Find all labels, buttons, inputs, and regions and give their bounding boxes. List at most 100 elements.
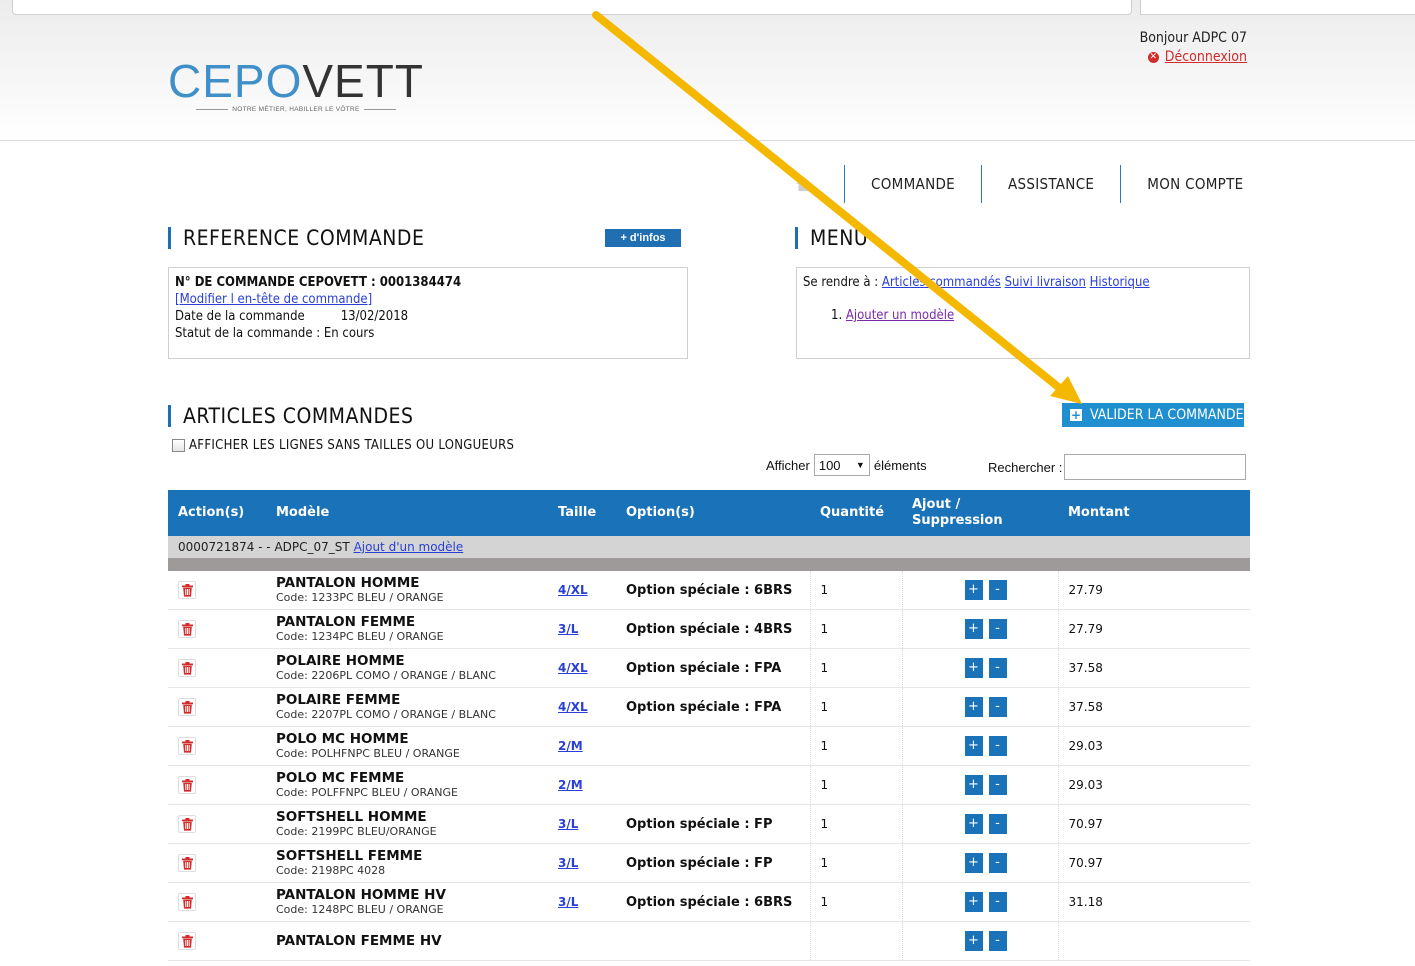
row-option-cell: Option spéciale : FP <box>616 843 810 883</box>
size-link[interactable]: 4/XL <box>558 700 588 714</box>
trash-icon[interactable] <box>178 620 196 638</box>
logo-part2: VETT <box>302 55 424 107</box>
table-row: SOFTSHELL HOMME Code: 2199PC BLEU/ORANGE 3… <box>168 804 1250 844</box>
size-link[interactable]: 4/XL <box>558 583 588 597</box>
row-size-cell <box>548 921 616 961</box>
add-button[interactable]: + <box>964 892 983 912</box>
group-add-model-link[interactable]: Ajout d'un modèle <box>354 540 464 554</box>
trash-icon[interactable] <box>178 893 196 911</box>
amount-value: 27.79 <box>1068 583 1103 597</box>
amount-value: 70.97 <box>1068 856 1103 870</box>
row-amount-cell: 37.58 <box>1057 687 1250 727</box>
size-link[interactable]: 3/L <box>558 895 578 909</box>
add-model-link[interactable]: Ajouter un modèle <box>846 308 954 323</box>
row-qty-cell: 1 <box>809 843 902 883</box>
home-icon[interactable] <box>790 164 818 204</box>
remove-button[interactable]: - <box>988 619 1007 639</box>
add-button[interactable]: + <box>964 736 983 756</box>
add-button[interactable]: + <box>964 697 983 717</box>
col-montant[interactable]: Montant <box>1058 490 1250 536</box>
amount-value: 29.03 <box>1068 778 1103 792</box>
logout-label: Déconnexion <box>1164 49 1247 65</box>
logout-link[interactable]: ✕ Déconnexion <box>1147 49 1247 65</box>
table-row: POLAIRE HOMME Code: 2206PL COMO / ORANGE … <box>168 648 1250 688</box>
search-input[interactable] <box>1064 454 1247 480</box>
close-circle-icon: ✕ <box>1147 51 1159 63</box>
remove-button[interactable]: - <box>988 658 1007 678</box>
add-button[interactable]: + <box>964 814 983 834</box>
trash-icon[interactable] <box>178 854 196 872</box>
logo-tagline: NOTRE MÉTIER, HABILLER LE VÔTRE <box>168 106 424 113</box>
trash-icon[interactable] <box>178 815 196 833</box>
col-options[interactable]: Option(s) <box>616 490 810 536</box>
row-addremove-cell: + - <box>901 687 1058 727</box>
size-link[interactable]: 2/M <box>558 778 583 792</box>
order-date: Date de la commande 13/02/2018 <box>175 308 681 325</box>
size-link[interactable]: 4/XL <box>558 661 588 675</box>
row-size-cell: 3/L <box>548 843 616 883</box>
nav-item-assistance[interactable]: ASSISTANCE <box>1008 175 1094 193</box>
row-model-cell: SOFTSHELL FEMME Code: 2198PC 4028 <box>266 843 548 883</box>
trash-icon[interactable] <box>178 737 196 755</box>
remove-button[interactable]: - <box>988 736 1007 756</box>
amount-value: 27.79 <box>1068 622 1103 636</box>
remove-button[interactable]: - <box>988 814 1007 834</box>
site-logo[interactable]: CEPOVETT NOTRE MÉTIER, HABILLER LE VÔTRE <box>168 58 428 120</box>
remove-button[interactable]: - <box>988 892 1007 912</box>
row-actions-cell <box>168 882 266 922</box>
validate-order-button[interactable]: + VALIDER LA COMMANDE <box>1062 403 1244 427</box>
size-link[interactable]: 3/L <box>558 817 578 831</box>
model-name: SOFTSHELL HOMME <box>276 808 427 825</box>
main-nav: COMMANDE ASSISTANCE MON COMPTE <box>790 164 1244 204</box>
trash-icon[interactable] <box>178 581 196 599</box>
trash-icon[interactable] <box>178 776 196 794</box>
row-amount-cell: 70.97 <box>1057 843 1250 883</box>
link-suivi-livraison[interactable]: Suivi livraison <box>1005 275 1086 290</box>
row-option-cell: Option spéciale : FP <box>616 804 810 844</box>
show-empty-lines-checkbox[interactable] <box>172 439 185 452</box>
add-button[interactable]: + <box>964 619 983 639</box>
remove-button[interactable]: - <box>988 931 1007 951</box>
menu-title: MENU <box>795 227 868 249</box>
col-quantite[interactable]: Quantité <box>810 490 902 536</box>
remove-button[interactable]: - <box>988 775 1007 795</box>
menu-box: Se rendre à : Articles commandés Suivi l… <box>796 267 1250 359</box>
col-modele[interactable]: Modèle <box>266 490 548 536</box>
col-ajout-suppression[interactable]: Ajout / Suppression <box>902 490 1058 536</box>
option-text: Option spéciale : 6BRS <box>626 894 793 910</box>
trash-icon[interactable] <box>178 698 196 716</box>
remove-button[interactable]: - <box>988 580 1007 600</box>
modify-header-link[interactable]: [Modifier l en-tête de commande] <box>175 292 372 307</box>
model-code: Code: POLHFNPC BLEU / ORANGE <box>276 746 460 760</box>
more-info-button[interactable]: + d'infos <box>605 229 681 247</box>
size-link[interactable]: 3/L <box>558 622 578 636</box>
size-link[interactable]: 3/L <box>558 856 578 870</box>
articles-table: Action(s) Modèle Taille Option(s) Quanti… <box>168 490 1250 961</box>
trash-icon[interactable] <box>178 932 196 950</box>
row-addremove-cell: + - <box>901 921 1058 961</box>
add-button[interactable]: + <box>964 580 983 600</box>
trash-icon[interactable] <box>178 659 196 677</box>
row-qty-cell: 1 <box>809 571 902 610</box>
nav-item-mon-compte[interactable]: MON COMPTE <box>1147 175 1243 193</box>
link-articles-commandes[interactable]: Articles commandés <box>882 275 1001 290</box>
quantity-value: 1 <box>820 661 829 675</box>
add-button[interactable]: + <box>964 853 983 873</box>
row-size-cell: 4/XL <box>548 571 616 610</box>
nav-item-commande[interactable]: COMMANDE <box>871 175 955 193</box>
col-taille[interactable]: Taille <box>548 490 616 536</box>
size-link[interactable]: 2/M <box>558 739 583 753</box>
add-button[interactable]: + <box>964 775 983 795</box>
amount-value: 37.58 <box>1068 700 1103 714</box>
remove-button[interactable]: - <box>988 697 1007 717</box>
model-name: PANTALON HOMME <box>276 574 420 591</box>
add-button[interactable]: + <box>964 658 983 678</box>
link-historique[interactable]: Historique <box>1090 275 1150 290</box>
page-length-select[interactable]: 100 ▼ <box>813 454 870 476</box>
logo-part1: CEPO <box>168 55 303 107</box>
validate-order-label: VALIDER LA COMMANDE <box>1090 407 1244 423</box>
col-actions[interactable]: Action(s) <box>168 490 266 536</box>
remove-button[interactable]: - <box>988 853 1007 873</box>
add-button[interactable]: + <box>964 931 983 951</box>
row-addremove-cell: + - <box>901 609 1058 649</box>
